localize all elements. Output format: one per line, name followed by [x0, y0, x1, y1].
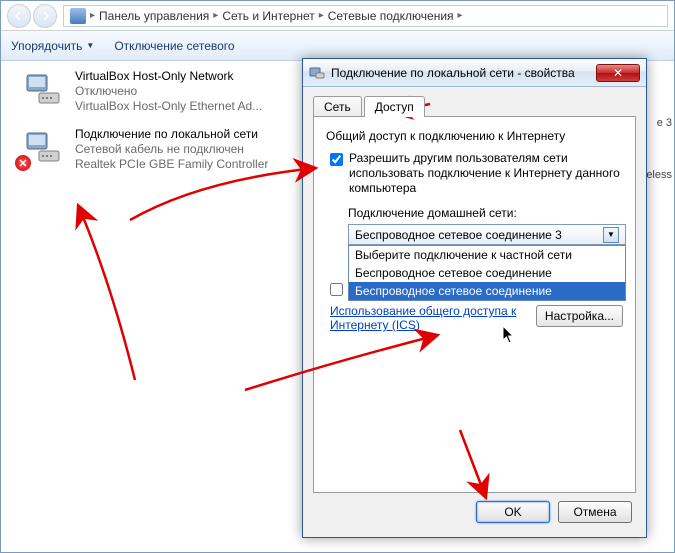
- connection-status: Отключено: [75, 84, 262, 98]
- cancel-button[interactable]: Отмена: [558, 501, 632, 523]
- button-label: Отмена: [573, 505, 616, 519]
- chevron-right-icon: ▸: [213, 10, 218, 21]
- connection-name: Подключение по локальной сети: [75, 127, 268, 141]
- disable-device-menu[interactable]: Отключение сетевого: [114, 39, 234, 53]
- command-bar: Упорядочить ▼ Отключение сетевого: [1, 31, 674, 61]
- adapter-icon: [309, 65, 325, 81]
- cursor-icon: [502, 325, 516, 345]
- allow-sharing-checkbox[interactable]: [330, 153, 343, 166]
- ok-button[interactable]: OK: [476, 501, 550, 523]
- chevron-right-icon: ▸: [90, 10, 95, 21]
- truncated-text: е 3: [657, 117, 672, 129]
- button-label: Настройка...: [545, 309, 614, 323]
- dialog-title: Подключение по локальной сети - свойства: [331, 66, 590, 80]
- connection-adapter: VirtualBox Host-Only Ethernet Ad...: [75, 99, 262, 113]
- error-icon: ✕: [15, 155, 31, 171]
- tab-panel-access: Общий доступ к подключению к Интернету Р…: [313, 116, 636, 493]
- settings-button[interactable]: Настройка...: [536, 305, 623, 327]
- network-folder-icon: [70, 8, 86, 24]
- dialog-titlebar[interactable]: Подключение по локальной сети - свойства…: [303, 59, 646, 87]
- group-heading: Общий доступ к подключению к Интернету: [326, 129, 623, 143]
- home-connection-select[interactable]: Беспроводное сетевое соединение 3 ▼: [348, 224, 626, 245]
- tab-network[interactable]: Сеть: [313, 96, 362, 117]
- chevron-right-icon: ▸: [458, 10, 463, 21]
- connection-status: Сетевой кабель не подключен: [75, 142, 268, 156]
- properties-dialog: Подключение по локальной сети - свойства…: [302, 58, 647, 538]
- close-icon: ✕: [613, 66, 623, 80]
- ics-help-link[interactable]: Использование общего доступа к Интернету…: [330, 304, 530, 332]
- tab-access[interactable]: Доступ: [364, 96, 425, 117]
- organize-menu[interactable]: Упорядочить ▼: [11, 39, 94, 53]
- allow-sharing-label: Разрешить другим пользователям сети испо…: [349, 151, 623, 196]
- forward-button[interactable]: [33, 4, 57, 28]
- button-label: OK: [504, 505, 521, 519]
- connection-adapter: Realtek PCIe GBE Family Controller: [75, 157, 268, 171]
- chevron-right-icon: ▸: [319, 10, 324, 21]
- allow-control-checkbox[interactable]: [330, 283, 343, 296]
- disable-label: Отключение сетевого: [114, 39, 234, 53]
- truncated-text: reless: [643, 169, 672, 181]
- chevron-down-icon: ▼: [603, 227, 619, 243]
- crumb-connections[interactable]: Сетевые подключения: [328, 9, 454, 23]
- dropdown-option[interactable]: Беспроводное сетевое соединение: [349, 282, 625, 300]
- tab-label: Сеть: [324, 100, 351, 114]
- dialog-button-row: OK Отмена: [313, 493, 636, 527]
- organize-label: Упорядочить: [11, 39, 82, 53]
- network-adapter-icon: ✕: [21, 127, 65, 167]
- home-connection-label: Подключение домашней сети:: [348, 206, 623, 220]
- tab-label: Доступ: [375, 100, 414, 114]
- selected-value: Беспроводное сетевое соединение 3: [355, 228, 562, 242]
- network-adapter-icon: [21, 69, 65, 109]
- crumb-network[interactable]: Сеть и Интернет: [222, 9, 314, 23]
- connection-name: VirtualBox Host-Only Network: [75, 69, 262, 83]
- address-bar: ▸ Панель управления ▸ Сеть и Интернет ▸ …: [1, 1, 674, 31]
- dropdown-option[interactable]: Беспроводное сетевое соединение: [349, 264, 625, 282]
- breadcrumb[interactable]: ▸ Панель управления ▸ Сеть и Интернет ▸ …: [63, 5, 668, 27]
- close-button[interactable]: ✕: [596, 64, 640, 82]
- dropdown-list: Выберите подключение к частной сети Бесп…: [348, 245, 626, 301]
- crumb-control-panel[interactable]: Панель управления: [99, 9, 209, 23]
- dropdown-option[interactable]: Выберите подключение к частной сети: [349, 246, 625, 264]
- chevron-down-icon: ▼: [86, 41, 94, 50]
- back-button[interactable]: [7, 4, 31, 28]
- nav-buttons: [7, 4, 57, 28]
- tab-strip: Сеть Доступ: [313, 96, 636, 117]
